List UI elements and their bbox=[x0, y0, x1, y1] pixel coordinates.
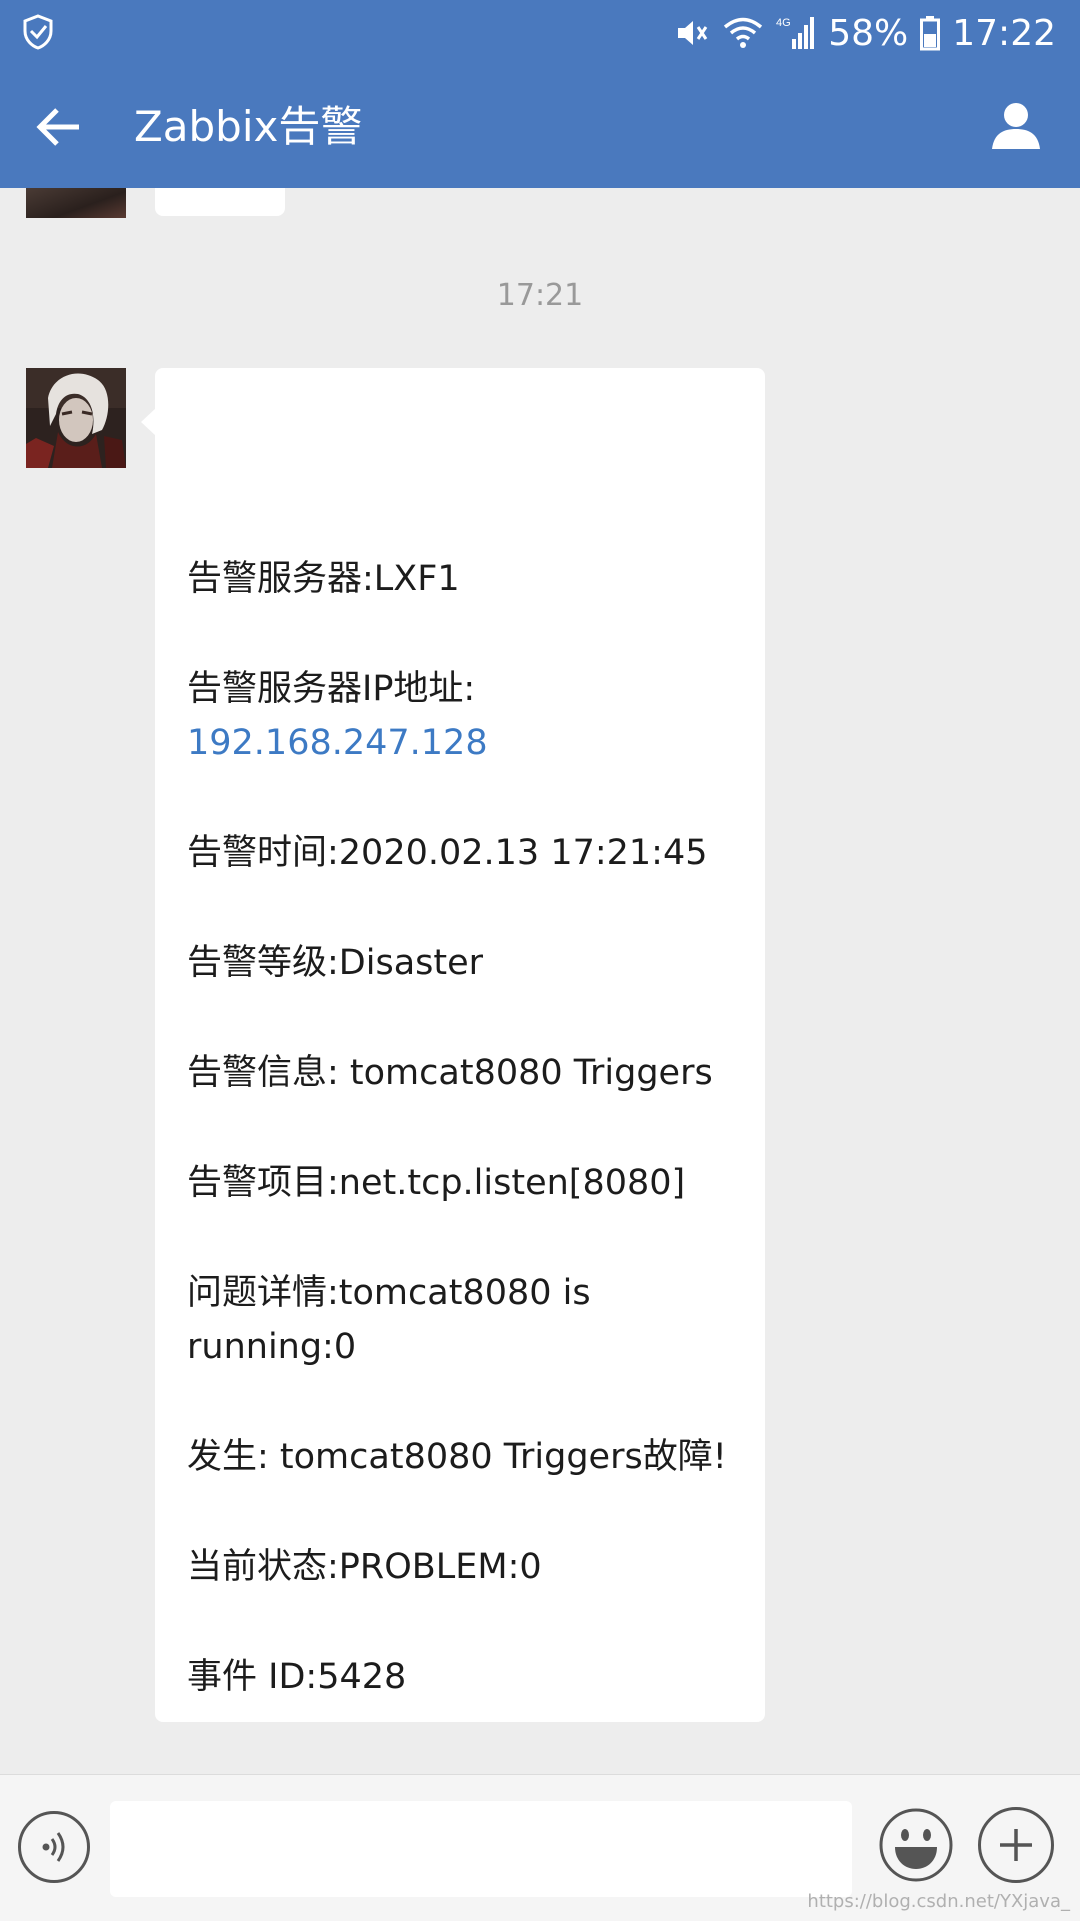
wifi-icon bbox=[724, 17, 763, 48]
app-header: Zabbix告警 bbox=[0, 66, 1080, 188]
alert-server: 告警服务器:LXF1 bbox=[187, 559, 460, 599]
alert-occurred: 发生: tomcat8080 Triggers故障! bbox=[187, 1437, 727, 1477]
alert-status: 当前状态:PROBLEM:0 bbox=[187, 1547, 542, 1587]
watermark: https://blog.csdn.net/YXjava_ bbox=[807, 1891, 1070, 1912]
message-input[interactable] bbox=[110, 1801, 852, 1897]
voice-button[interactable] bbox=[18, 1811, 90, 1883]
alert-level: 告警等级:Disaster bbox=[187, 943, 484, 983]
page-title: Zabbix告警 bbox=[134, 102, 363, 151]
profile-icon bbox=[992, 103, 1040, 149]
shield-icon bbox=[23, 14, 53, 50]
message-bubble[interactable] bbox=[155, 188, 285, 216]
mute-icon bbox=[678, 21, 708, 45]
back-button[interactable] bbox=[28, 97, 88, 157]
alert-info: 告警信息: tomcat8080 Triggers bbox=[187, 1053, 713, 1093]
clock: 17:22 bbox=[952, 12, 1056, 54]
alert-time: 告警时间:2020.02.13 17:21:45 bbox=[187, 833, 708, 873]
bubble-tail bbox=[141, 408, 156, 436]
battery-icon bbox=[920, 16, 941, 51]
alert-ip-label: 告警服务器IP地址: bbox=[187, 669, 476, 709]
alert-item: 告警项目:net.tcp.listen[8080] bbox=[187, 1163, 686, 1203]
alert-detail-line1: 问题详情:tomcat8080 is bbox=[187, 1273, 591, 1313]
svg-text:4G: 4G bbox=[776, 17, 791, 29]
more-button[interactable] bbox=[978, 1807, 1054, 1883]
alert-event-id: 事件 ID:5428 bbox=[187, 1657, 407, 1697]
status-bar: 4G 58% 17:22 bbox=[0, 0, 1080, 66]
emoji-icon[interactable] bbox=[878, 1807, 954, 1883]
message-timestamp: 17:21 bbox=[496, 278, 584, 313]
signal-icon: 4G bbox=[776, 17, 815, 49]
avatar[interactable] bbox=[26, 188, 126, 218]
ip-link[interactable]: 192.168.247.128 bbox=[187, 723, 488, 763]
profile-button[interactable] bbox=[986, 96, 1046, 156]
back-arrow-icon bbox=[36, 108, 79, 146]
avatar[interactable] bbox=[26, 368, 126, 468]
alert-detail-line2: running:0 bbox=[187, 1327, 357, 1367]
plus-icon bbox=[1000, 1829, 1032, 1861]
alert-ip-link[interactable]: 192.168.247.128 bbox=[187, 716, 488, 770]
battery-percent: 58% bbox=[828, 12, 909, 54]
voice-icon bbox=[42, 1832, 65, 1862]
